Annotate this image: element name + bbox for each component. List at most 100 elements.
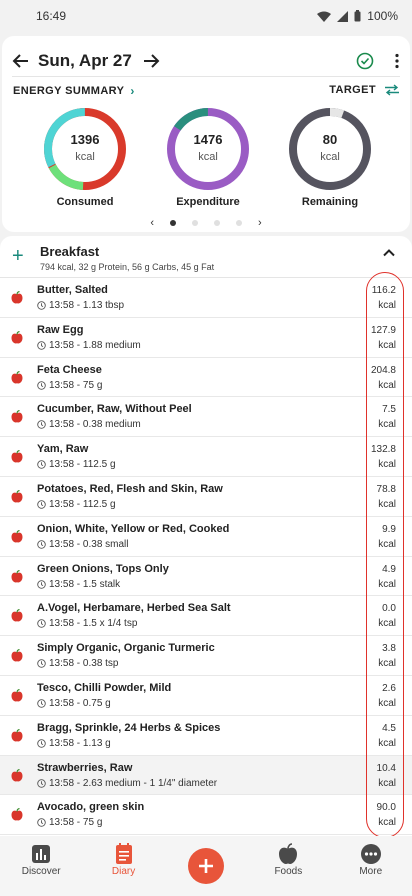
diary-icon	[115, 843, 132, 864]
food-serving: 13:58 - 75 g	[49, 379, 103, 391]
clock-icon	[37, 500, 46, 509]
more-icon	[360, 844, 381, 864]
clock-icon	[37, 540, 46, 549]
signal-icon	[337, 10, 349, 22]
food-apple-icon	[11, 450, 23, 463]
chevron-up-icon[interactable]	[382, 246, 396, 260]
food-name: Cucumber, Raw, Without Peel	[37, 403, 192, 416]
apple-icon	[279, 843, 298, 864]
clock-icon	[37, 739, 46, 748]
food-serving: 13:58 - 112.5 g	[49, 498, 116, 510]
food-apple-icon	[11, 688, 23, 702]
pager-dot[interactable]	[170, 220, 176, 226]
add-food-icon[interactable]: +	[12, 246, 24, 266]
food-detail: 13:58 - 2.63 medium - 1 1/4" diameter	[37, 778, 217, 789]
food-row[interactable]: Green Onions, Tops Only 13:58 - 1.5 stalk…	[0, 556, 412, 597]
previous-day-icon[interactable]	[12, 52, 30, 70]
food-row[interactable]: Avocado, green skin 13:58 - 75 g 90.0 kcal	[0, 795, 412, 836]
food-serving: 13:58 - 112.5 g	[49, 459, 116, 471]
food-kcal-value: 10.4	[376, 762, 396, 774]
nav-more-label: More	[359, 866, 383, 877]
food-name: Green Onions, Tops Only	[37, 562, 169, 575]
food-detail: 13:58 - 1.13 tbsp	[37, 300, 124, 311]
food-row[interactable]: Potatoes, Red, Flesh and Skin, Raw 13:58 …	[0, 476, 412, 517]
battery-percent: 100%	[367, 9, 398, 23]
day-complete-check-icon[interactable]	[356, 52, 374, 70]
clock-icon	[37, 420, 46, 430]
consumed-ring[interactable]: 1396 kcal Consumed	[40, 104, 130, 208]
food-row[interactable]: A.Vogel, Herbamare, Herbed Sea Salt 13:58…	[0, 596, 412, 637]
food-kcal-value: 2.6	[382, 682, 396, 694]
nav-diary[interactable]: Diary	[89, 842, 159, 877]
clock-icon	[37, 818, 46, 828]
food-row[interactable]: Strawberries, Raw 13:58 - 2.63 medium - 1…	[0, 755, 412, 796]
expenditure-ring-chart	[167, 108, 249, 190]
consumed-label: Consumed	[56, 196, 114, 208]
nav-diary-label: Diary	[111, 866, 136, 877]
consumed-value: 1396	[70, 132, 100, 147]
food-row[interactable]: Yam, Raw 13:58 - 112.5 g 132.8 kcal	[0, 437, 412, 477]
food-apple-icon	[11, 649, 23, 662]
food-name: Onion, White, Yellow or Red, Cooked	[37, 522, 230, 535]
clock-icon	[37, 380, 46, 390]
expenditure-ring[interactable]: 1476 kcal Expenditure	[163, 104, 253, 208]
food-serving: 13:58 - 75 g	[49, 817, 103, 829]
current-date[interactable]: Sun, Apr 27	[38, 51, 132, 71]
food-detail: 13:58 - 75 g	[37, 817, 102, 828]
remaining-ring[interactable]: 80 kcal Remaining	[285, 104, 375, 208]
nav-discover[interactable]: Discover	[6, 842, 76, 877]
food-detail: 13:58 - 1.13 g	[37, 738, 111, 749]
food-name: Tesco, Chilli Powder, Mild	[37, 681, 172, 694]
clock-icon	[37, 659, 46, 668]
pager-next-icon[interactable]: ›	[258, 217, 262, 229]
clock-icon	[37, 341, 46, 350]
food-row[interactable]: Cucumber, Raw, Without Peel 13:58 - 0.38 …	[0, 397, 412, 438]
pager-dot[interactable]	[214, 220, 220, 226]
add-entry-button[interactable]	[187, 848, 224, 884]
food-kcal-unit: kcal	[378, 578, 396, 590]
consumed-unit: kcal	[75, 151, 95, 163]
food-row[interactable]: Simply Organic, Organic Turmeric 13:58 - …	[0, 636, 412, 676]
food-apple-icon	[11, 291, 23, 304]
food-row[interactable]: Feta Cheese 13:58 - 75 g 204.8 kcal	[0, 357, 412, 398]
food-name: Avocado, green skin	[37, 801, 145, 814]
remaining-label: Remaining	[301, 196, 359, 208]
nav-more[interactable]: More	[336, 842, 406, 877]
food-kcal-value: 127.9	[370, 324, 396, 336]
food-kcal: 4.5 kcal	[378, 721, 396, 751]
breakfast-card: + Breakfast 794 kcal, 32 g Protein, 56 g…	[0, 236, 412, 836]
food-row[interactable]: Butter, Salted 13:58 - 1.13 tbsp 116.2 kcal	[0, 278, 412, 318]
food-kcal-unit: kcal	[378, 697, 396, 709]
pager-dot[interactable]	[236, 220, 242, 226]
food-apple-icon	[11, 330, 23, 344]
food-row[interactable]: Bragg, Sprinkle, 24 Herbs & Spices 13:58 …	[0, 715, 412, 756]
expenditure-value: 1476	[193, 132, 223, 147]
nav-add[interactable]	[171, 842, 241, 884]
food-detail: 13:58 - 0.38 tsp	[37, 658, 119, 669]
pager-previous-icon[interactable]: ‹	[150, 217, 154, 229]
food-kcal-value: 116.2	[371, 285, 396, 296]
food-list: Butter, Salted 13:58 - 1.13 tbsp 116.2 kcal…	[0, 278, 412, 836]
more-options-icon[interactable]	[394, 53, 400, 69]
food-kcal-value: 78.8	[376, 483, 396, 495]
target-toggle[interactable]: TARGET	[329, 84, 400, 96]
food-row[interactable]: Tesco, Chilli Powder, Mild 13:58 - 0.75 g…	[0, 675, 412, 716]
food-row[interactable]: Onion, White, Yellow or Red, Cooked 13:58…	[0, 516, 412, 557]
remaining-value: 80	[322, 132, 338, 147]
food-kcal: 10.4 kcal	[377, 761, 396, 791]
food-row[interactable]: Raw Egg 13:58 - 1.88 medium 127.9 kcal	[0, 317, 412, 358]
energy-summary-link[interactable]: ENERGY SUMMARY ›	[13, 84, 135, 98]
meal-header[interactable]: + Breakfast 794 kcal, 32 g Protein, 56 g…	[0, 236, 412, 278]
food-kcal-value: 7.5	[382, 404, 396, 416]
food-apple-icon	[11, 609, 23, 622]
food-kcal: 116.2 kcal	[372, 283, 396, 313]
next-day-icon[interactable]	[142, 52, 160, 70]
food-apple-icon	[11, 768, 23, 782]
bottom-navigation: Discover Diary Foods More	[0, 836, 412, 896]
pager-dot[interactable]	[192, 220, 198, 226]
food-kcal-unit: kcal	[378, 658, 396, 670]
clock-icon	[37, 460, 46, 469]
food-kcal: 7.5 kcal	[378, 402, 396, 432]
nav-foods[interactable]: Foods	[253, 842, 323, 877]
status-bar: 16:49 100%	[0, 0, 412, 32]
